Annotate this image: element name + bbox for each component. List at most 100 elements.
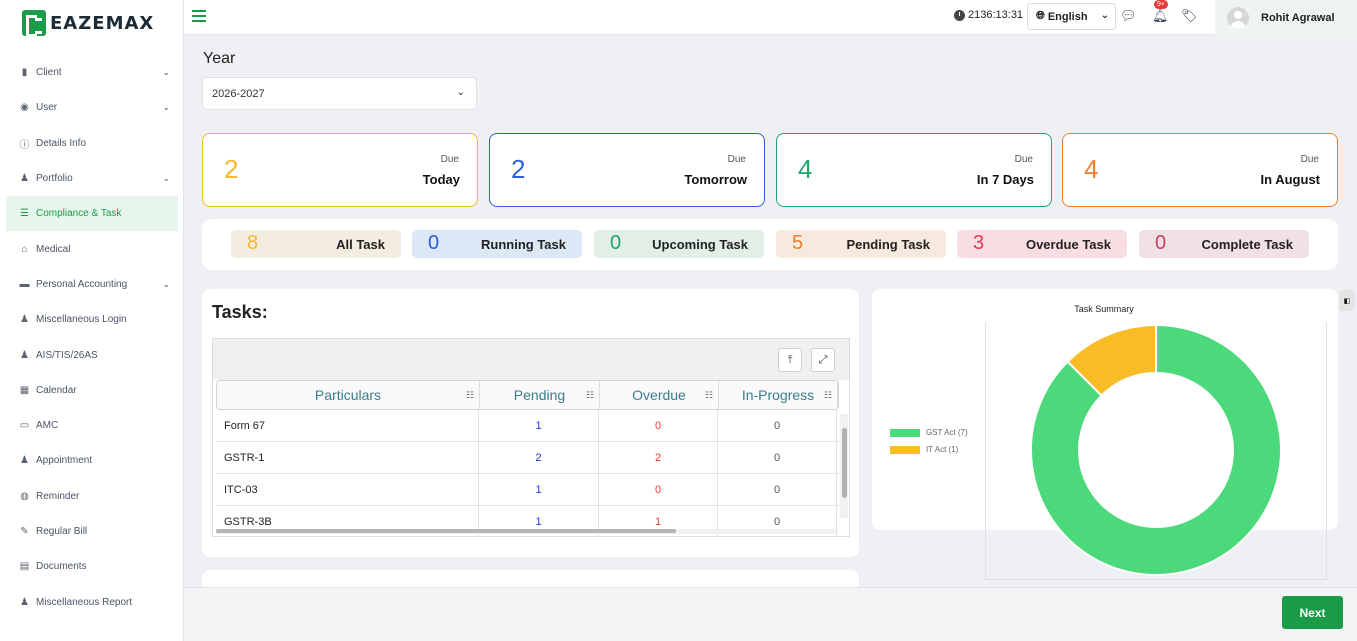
due-count: 4	[798, 154, 813, 184]
sidebar-item-label: Compliance & Task	[36, 208, 122, 220]
chevron-down-icon: ⌄	[456, 87, 465, 98]
due-card[interactable]: 2 Due Tomorrow	[489, 133, 765, 207]
brand-name: EAZEMAX	[50, 12, 155, 34]
sidebar-item-miscellaneous-login[interactable]: ♟ Miscellaneous Login	[0, 302, 184, 337]
task-chip[interactable]: 3 Overdue Task	[957, 230, 1127, 258]
sidebar-item-miscellaneous-report[interactable]: ♟ Miscellaneous Report	[0, 584, 184, 619]
sidebar-item-details-info[interactable]: ⓘ Details Info	[0, 126, 184, 161]
sidebar-item-label: Personal Accounting	[36, 278, 128, 290]
tasks-grid: Particulars ☷ Pending ☷ Overdue ☷ In-Progress ☷…	[212, 380, 850, 537]
person-icon: ♟	[20, 173, 29, 185]
due-card[interactable]: 2 Due Today	[202, 133, 478, 207]
sidebar-item-calendar[interactable]: ▦ Calendar	[0, 373, 184, 408]
chevron-down-icon: ⌄	[162, 67, 170, 77]
fullscreen-icon[interactable]: ⤢	[811, 348, 835, 372]
sidebar-item-label: Calendar	[36, 384, 77, 396]
hospital-icon: ⌂	[21, 243, 28, 255]
sidebar-item-client[interactable]: ▮ Client ⌄	[0, 55, 184, 90]
wallet-icon: ▬	[19, 278, 30, 290]
sidebar-item-ais-tis-26as[interactable]: ♟ AIS/TIS/26AS	[0, 337, 184, 372]
bell-icon[interactable]: 🔔︎	[1152, 8, 1169, 24]
language-select[interactable]: 🌐︎ English ⌄	[1027, 3, 1116, 30]
card-icon: ▭	[19, 420, 30, 432]
due-period: Today	[422, 172, 460, 187]
task-chip[interactable]: 5 Pending Task	[776, 230, 946, 258]
building-icon: ▮	[21, 67, 28, 79]
column-header-label: In-Progress	[741, 387, 815, 403]
year-label: Year	[203, 50, 236, 67]
filter-icon[interactable]: ☷	[466, 390, 474, 401]
due-card[interactable]: 4 Due In August	[1062, 133, 1338, 207]
column-header[interactable]: Particulars ☷	[217, 381, 480, 409]
chevron-down-icon: ⌄	[162, 278, 170, 289]
vertical-scroll-thumb[interactable]	[842, 428, 847, 498]
side-panel-toggle[interactable]: ◧	[1339, 290, 1355, 311]
sidebar-item-amc[interactable]: ▭ AMC	[0, 408, 184, 443]
sidebar-item-medical[interactable]: ⌂ Medical	[0, 231, 184, 266]
sidebar: EAZEMAX ▮ Client ⌄ ◉ User ⌄ ⓘ Details Info ♟ Port…	[0, 0, 184, 641]
language-value: English	[1047, 10, 1088, 23]
legend-item[interactable]: GST Act (7)	[890, 424, 968, 441]
task-chip[interactable]: 0 Upcoming Task	[594, 230, 764, 258]
task-chip[interactable]: 0 Running Task	[412, 230, 582, 258]
sidebar-item-portfolio[interactable]: ♟ Portfolio ⌄	[0, 161, 184, 196]
task-chip-count: 0	[610, 232, 622, 254]
sidebar-item-personal-accounting[interactable]: ▬ Personal Accounting ⌄	[0, 267, 184, 302]
table-cell: 0	[599, 474, 718, 506]
year-value: 2026-2027	[212, 87, 265, 100]
task-chip-label: Complete Task	[1201, 237, 1293, 252]
task-chip[interactable]: 8 All Task	[231, 230, 401, 258]
legend-item[interactable]: IT Act (1)	[890, 441, 968, 458]
column-header[interactable]: In-Progress ☷	[719, 381, 838, 409]
due-period: In 7 Days	[976, 172, 1034, 187]
task-chip-count: 0	[428, 232, 440, 254]
chevron-down-icon: ⌄	[1100, 10, 1109, 21]
filter-icon[interactable]: ☷	[705, 390, 713, 401]
sidebar-item-label: Client	[36, 67, 62, 79]
sidebar-item-compliance-task[interactable]: ☰ Compliance & Task	[6, 196, 178, 232]
list-check-icon: ☰	[20, 208, 29, 220]
chat-icon[interactable]: 💬︎	[1120, 8, 1137, 24]
menu-toggle-icon[interactable]	[192, 10, 206, 22]
export-icon[interactable]: ⤒	[778, 348, 802, 372]
filter-icon[interactable]: ☷	[586, 390, 594, 401]
chart-title: Task Summary	[1074, 304, 1134, 314]
sidebar-item-reminder[interactable]: ◍ Reminder	[0, 479, 184, 514]
task-chip-count: 0	[1155, 232, 1167, 254]
table-cell: 0	[718, 442, 837, 474]
brand-logo[interactable]: EAZEMAX	[22, 10, 155, 37]
grid-header: Particulars ☷ Pending ☷ Overdue ☷ In-Progress ☷	[216, 380, 839, 410]
table-cell: 0	[718, 410, 837, 442]
grid-toolbar: ⤒ ⤢	[212, 338, 850, 380]
sidebar-item-user[interactable]: ◉ User ⌄	[0, 90, 184, 125]
table-row[interactable]: ITC-03 1 0 0	[216, 474, 839, 506]
sidebar-item-label: Portfolio	[36, 173, 73, 185]
due-period: Tomorrow	[684, 172, 747, 187]
user-menu[interactable]: Rohit Agrawal	[1215, 0, 1357, 35]
sidebar-item-appointment[interactable]: ♟ Appointment	[0, 443, 184, 478]
sidebar-item-label: User	[36, 102, 58, 114]
column-header-label: Overdue	[632, 387, 686, 403]
table-row[interactable]: Form 67 1 0 0	[216, 410, 839, 442]
legend-swatch	[890, 428, 920, 437]
filter-icon[interactable]: ☷	[824, 390, 832, 401]
task-chip-label: All Task	[336, 237, 385, 252]
info-icon: ⓘ	[19, 139, 30, 151]
year-select[interactable]: 2026-2027 ⌄	[202, 77, 477, 110]
due-card[interactable]: 4 Due In 7 Days	[776, 133, 1052, 207]
legend-label: IT Act (1)	[926, 445, 959, 454]
horizontal-scroll-thumb[interactable]	[216, 529, 676, 533]
legend-label: GST Act (7)	[926, 428, 968, 437]
next-button[interactable]: Next	[1282, 596, 1343, 629]
due-period: In August	[1260, 172, 1320, 187]
sidebar-item-documents[interactable]: ▤ Documents	[0, 549, 184, 584]
sidebar-item-regular-bill[interactable]: ✎ Regular Bill	[0, 514, 184, 549]
tags-icon[interactable]: 🏷︎	[1181, 8, 1198, 24]
chevron-down-icon: ⌄	[162, 102, 170, 113]
task-chip[interactable]: 0 Complete Task	[1139, 230, 1309, 258]
task-chip-label: Pending Task	[846, 237, 930, 252]
table-row[interactable]: GSTR-1 2 2 0	[216, 442, 839, 474]
sidebar-item-label: Details Info	[36, 137, 87, 149]
column-header[interactable]: Overdue ☷	[600, 381, 719, 409]
column-header[interactable]: Pending ☷	[480, 381, 600, 409]
